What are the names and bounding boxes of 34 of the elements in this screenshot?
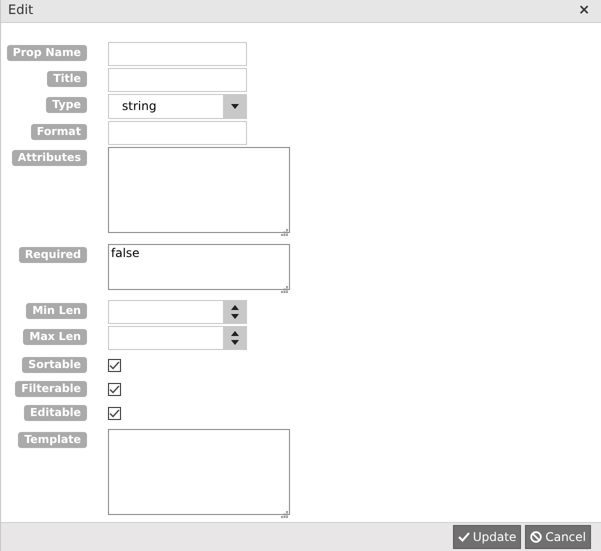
prohibited-icon (530, 530, 542, 543)
dropdown-arrow-icon (230, 104, 238, 109)
field-label: Sortable (22, 356, 87, 373)
field-label: Min Len (26, 302, 87, 319)
text-field[interactable] (108, 120, 247, 145)
window-title: Edit (8, 2, 34, 20)
field-label: Template (18, 432, 87, 448)
update-button[interactable]: Update (452, 524, 522, 549)
cancel-button[interactable]: Cancel (525, 524, 591, 549)
field-label: Prop Name (6, 44, 87, 61)
field-label: Format (30, 124, 87, 140)
type-dropdown[interactable]: string (108, 94, 247, 119)
field-label: Title (47, 70, 87, 87)
field-label: Attributes (12, 150, 87, 166)
field-label: Required (18, 246, 87, 263)
resize-grip-icon (281, 510, 288, 518)
checkbox[interactable] (108, 358, 121, 372)
checkbox[interactable] (108, 382, 121, 396)
text-field[interactable] (108, 68, 247, 92)
field-label: Type (46, 96, 87, 113)
text-area[interactable]: false (108, 244, 290, 290)
text-area[interactable] (108, 428, 290, 515)
text-field[interactable] (108, 42, 247, 66)
field-label: Editable (24, 404, 87, 421)
resize-grip-icon (281, 228, 288, 236)
text-area[interactable] (108, 146, 290, 233)
spin-arrows-icon (230, 304, 238, 319)
spin-arrows-icon (230, 330, 238, 345)
checkbox[interactable] (108, 406, 121, 420)
check-icon (458, 532, 470, 542)
resize-grip-icon (281, 286, 288, 293)
field-label: Filterable (15, 380, 87, 397)
close-button[interactable]: × (574, 0, 594, 22)
field-label: Max Len (23, 328, 87, 345)
